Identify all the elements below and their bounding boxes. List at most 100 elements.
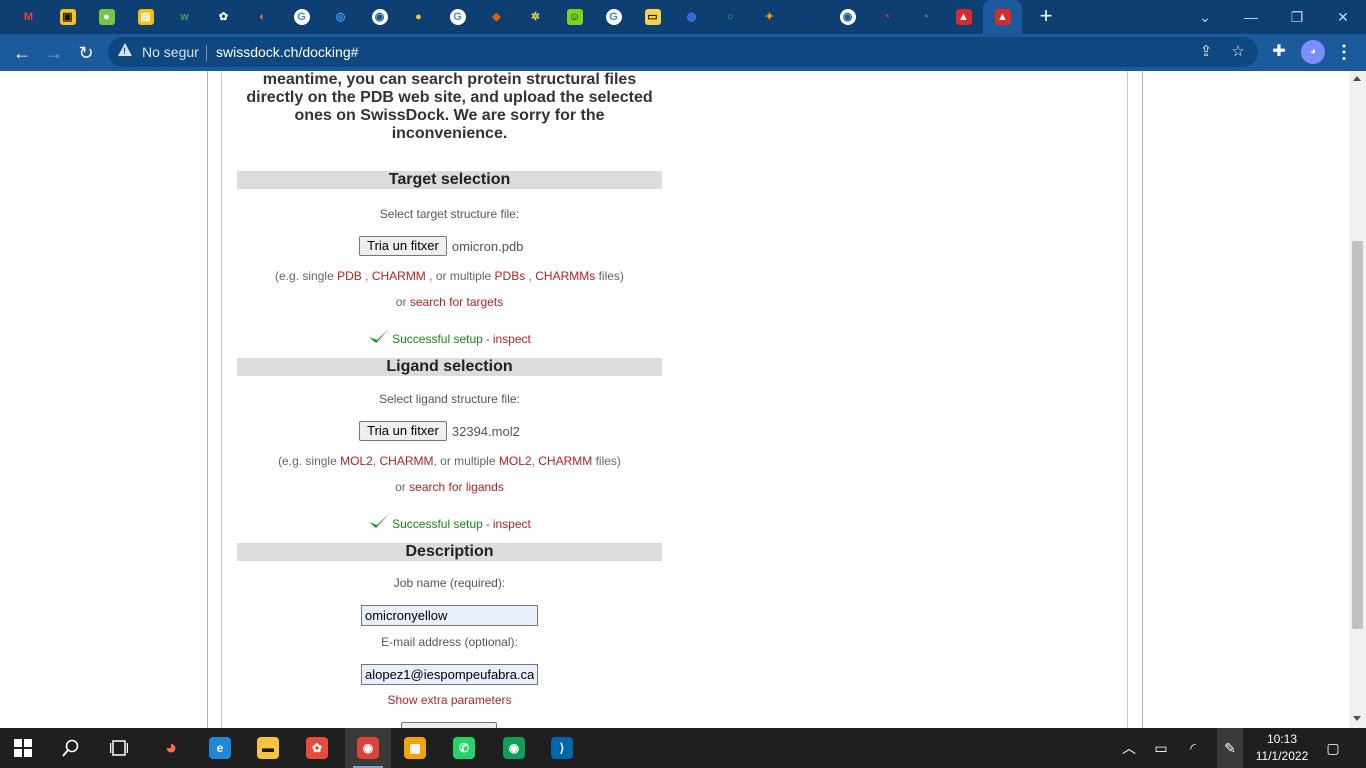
note-icon: ▭ bbox=[644, 9, 661, 25]
system-clock[interactable]: 10:13 11/1/2022 bbox=[1252, 731, 1312, 765]
scrollbar-thumb[interactable] bbox=[1352, 241, 1363, 629]
page-viewport: meantime, you can search protein structu… bbox=[0, 71, 1349, 728]
browser-tab[interactable]: ◎ bbox=[321, 0, 360, 34]
browser-tab[interactable]: ▤ bbox=[126, 0, 165, 34]
browser-tab[interactable]: ● bbox=[87, 0, 126, 34]
share-icon[interactable]: ⇪ bbox=[1196, 42, 1216, 62]
browser-tab[interactable]: ◔ bbox=[906, 0, 945, 34]
browser-tab[interactable]: ● bbox=[789, 0, 828, 34]
browser-tab[interactable]: ◔ bbox=[867, 0, 906, 34]
scroll-up-arrow-icon[interactable] bbox=[1353, 76, 1361, 81]
taskbar-app[interactable]: ✿ bbox=[294, 728, 340, 768]
close-icon[interactable]: ✕ bbox=[1320, 0, 1366, 34]
browser-tab[interactable]: M bbox=[9, 0, 48, 34]
ligand-inspect-link[interactable]: inspect bbox=[493, 517, 531, 531]
keep-icon: ▤ bbox=[137, 9, 154, 25]
browser-tab[interactable]: ✦ bbox=[750, 0, 789, 34]
pdbs-link[interactable]: PDBs bbox=[495, 269, 526, 283]
hint-text: files) bbox=[598, 269, 624, 283]
browser-tab[interactable]: ◍ bbox=[672, 0, 711, 34]
or-text: or bbox=[395, 295, 407, 309]
hint-text: , bbox=[365, 269, 369, 283]
charmm-multiple-link[interactable]: CHARMM bbox=[538, 454, 592, 468]
tab-search-icon[interactable]: ⌄ bbox=[1182, 0, 1228, 34]
browser-tab[interactable]: ▲ bbox=[944, 0, 983, 34]
minimize-icon[interactable]: — bbox=[1228, 0, 1274, 34]
scroll-down-arrow-icon[interactable] bbox=[1353, 716, 1361, 721]
browser-tab[interactable]: ◉ bbox=[360, 0, 399, 34]
browser-tab[interactable]: ◉ bbox=[828, 0, 867, 34]
tray-overflow-chevron-icon[interactable]: ︿ bbox=[1119, 739, 1139, 757]
email-input[interactable] bbox=[361, 664, 538, 685]
reload-icon[interactable]: ↻ bbox=[72, 39, 100, 67]
target-choose-file-button[interactable]: Tria un fitxer bbox=[359, 236, 447, 256]
taskbar-app[interactable]: ▬ bbox=[245, 728, 291, 768]
task-view-icon bbox=[110, 740, 128, 756]
browser-toolbar: ← → ↻ ! No segur swissdock.ch/docking# ⇪… bbox=[0, 34, 1366, 71]
fox-icon: ◆ bbox=[492, 11, 501, 23]
new-tab-button[interactable]: + bbox=[1034, 4, 1058, 28]
show-extra-parameters-link[interactable]: Show extra parameters bbox=[237, 693, 662, 707]
browser-tab[interactable]: ✿ bbox=[204, 0, 243, 34]
browser-tab[interactable]: ☺ bbox=[555, 0, 594, 34]
browser-tab[interactable]: ▲ bbox=[983, 0, 1022, 34]
wikidot-icon: w bbox=[180, 11, 189, 23]
search-targets-link[interactable]: search for targets bbox=[410, 295, 503, 309]
browser-tab[interactable]: G bbox=[438, 0, 477, 34]
address-separator bbox=[206, 45, 207, 61]
charmm-link[interactable]: CHARMM bbox=[379, 454, 433, 468]
photos-icon: ✿ bbox=[306, 737, 328, 759]
bookmark-star-icon[interactable]: ☆ bbox=[1228, 42, 1248, 62]
browser-tab[interactable]: ▣ bbox=[48, 0, 87, 34]
search-ligands-link[interactable]: search for ligands bbox=[409, 480, 504, 494]
browser-tab[interactable]: ◆ bbox=[477, 0, 516, 34]
browser-tab[interactable]: ▭ bbox=[633, 0, 672, 34]
charmm-link[interactable]: CHARMM bbox=[372, 269, 426, 283]
browser-tab[interactable]: G bbox=[594, 0, 633, 34]
battery-icon[interactable]: ▭ bbox=[1151, 739, 1171, 757]
browser-tab[interactable]: ✲ bbox=[516, 0, 555, 34]
address-bar[interactable]: ! No segur swissdock.ch/docking# ⇪ ☆ bbox=[108, 37, 1258, 67]
ligand-selection-heading: Ligand selection bbox=[237, 358, 662, 376]
forward-icon[interactable]: → bbox=[40, 39, 68, 67]
taskbar-app[interactable]: ▦ bbox=[392, 728, 438, 768]
browser-tab[interactable]: ● bbox=[399, 0, 438, 34]
notifications-icon[interactable]: ▢ bbox=[1323, 739, 1343, 757]
target-file-row: Tria un fitxer omicron.pdb bbox=[237, 236, 662, 256]
restore-icon[interactable]: ❐ bbox=[1274, 0, 1320, 34]
browser-tab[interactable]: w bbox=[165, 0, 204, 34]
charmms-link[interactable]: CHARMMs bbox=[535, 269, 595, 283]
browser-tab[interactable]: ◐ bbox=[243, 0, 282, 34]
page-scrollbar[interactable] bbox=[1349, 71, 1366, 728]
taskbar-app[interactable]: ◉ bbox=[345, 728, 391, 768]
back-icon[interactable]: ← bbox=[8, 39, 36, 67]
taskbar-app[interactable]: ✆ bbox=[441, 728, 487, 768]
search-button[interactable] bbox=[48, 728, 94, 768]
start-button[interactable] bbox=[0, 728, 46, 768]
target-select-label: Select target structure file: bbox=[379, 207, 520, 221]
taskbar-app[interactable]: ◉ bbox=[491, 728, 537, 768]
job-name-input[interactable] bbox=[361, 605, 538, 626]
ligand-choose-file-button[interactable]: Tria un fitxer bbox=[359, 421, 447, 441]
url-text[interactable]: swissdock.ch/docking# bbox=[216, 44, 358, 60]
compass-icon: ◎ bbox=[335, 11, 346, 23]
description-heading: Description bbox=[237, 543, 662, 561]
taskbar-app[interactable]: e bbox=[197, 728, 243, 768]
extensions-puzzle-icon[interactable]: ✚ bbox=[1268, 41, 1290, 63]
task-view-button[interactable] bbox=[96, 728, 142, 768]
pdb-link[interactable]: PDB bbox=[337, 269, 362, 283]
browser-tab[interactable]: G bbox=[282, 0, 321, 34]
atom-icon: ✲ bbox=[530, 11, 541, 23]
taskbar-app[interactable]: ◕ bbox=[148, 728, 194, 768]
browser-tab[interactable]: ○ bbox=[711, 0, 750, 34]
mol2-multiple-link[interactable]: MOL2 bbox=[499, 454, 532, 468]
browser-menu-icon[interactable]: ⋮ bbox=[1334, 40, 1354, 64]
target-inspect-link[interactable]: inspect bbox=[493, 332, 531, 346]
pen-workspace-icon[interactable]: ✎ bbox=[1217, 728, 1243, 768]
globe-icon: ◉ bbox=[371, 9, 388, 25]
mol2-link[interactable]: MOL2 bbox=[340, 454, 373, 468]
security-status[interactable]: No segur bbox=[142, 44, 199, 60]
profile-avatar[interactable]: ◕ bbox=[1301, 40, 1325, 64]
taskbar-app[interactable]: ⟩ bbox=[539, 728, 585, 768]
wifi-icon[interactable]: ◜ bbox=[1183, 739, 1203, 757]
